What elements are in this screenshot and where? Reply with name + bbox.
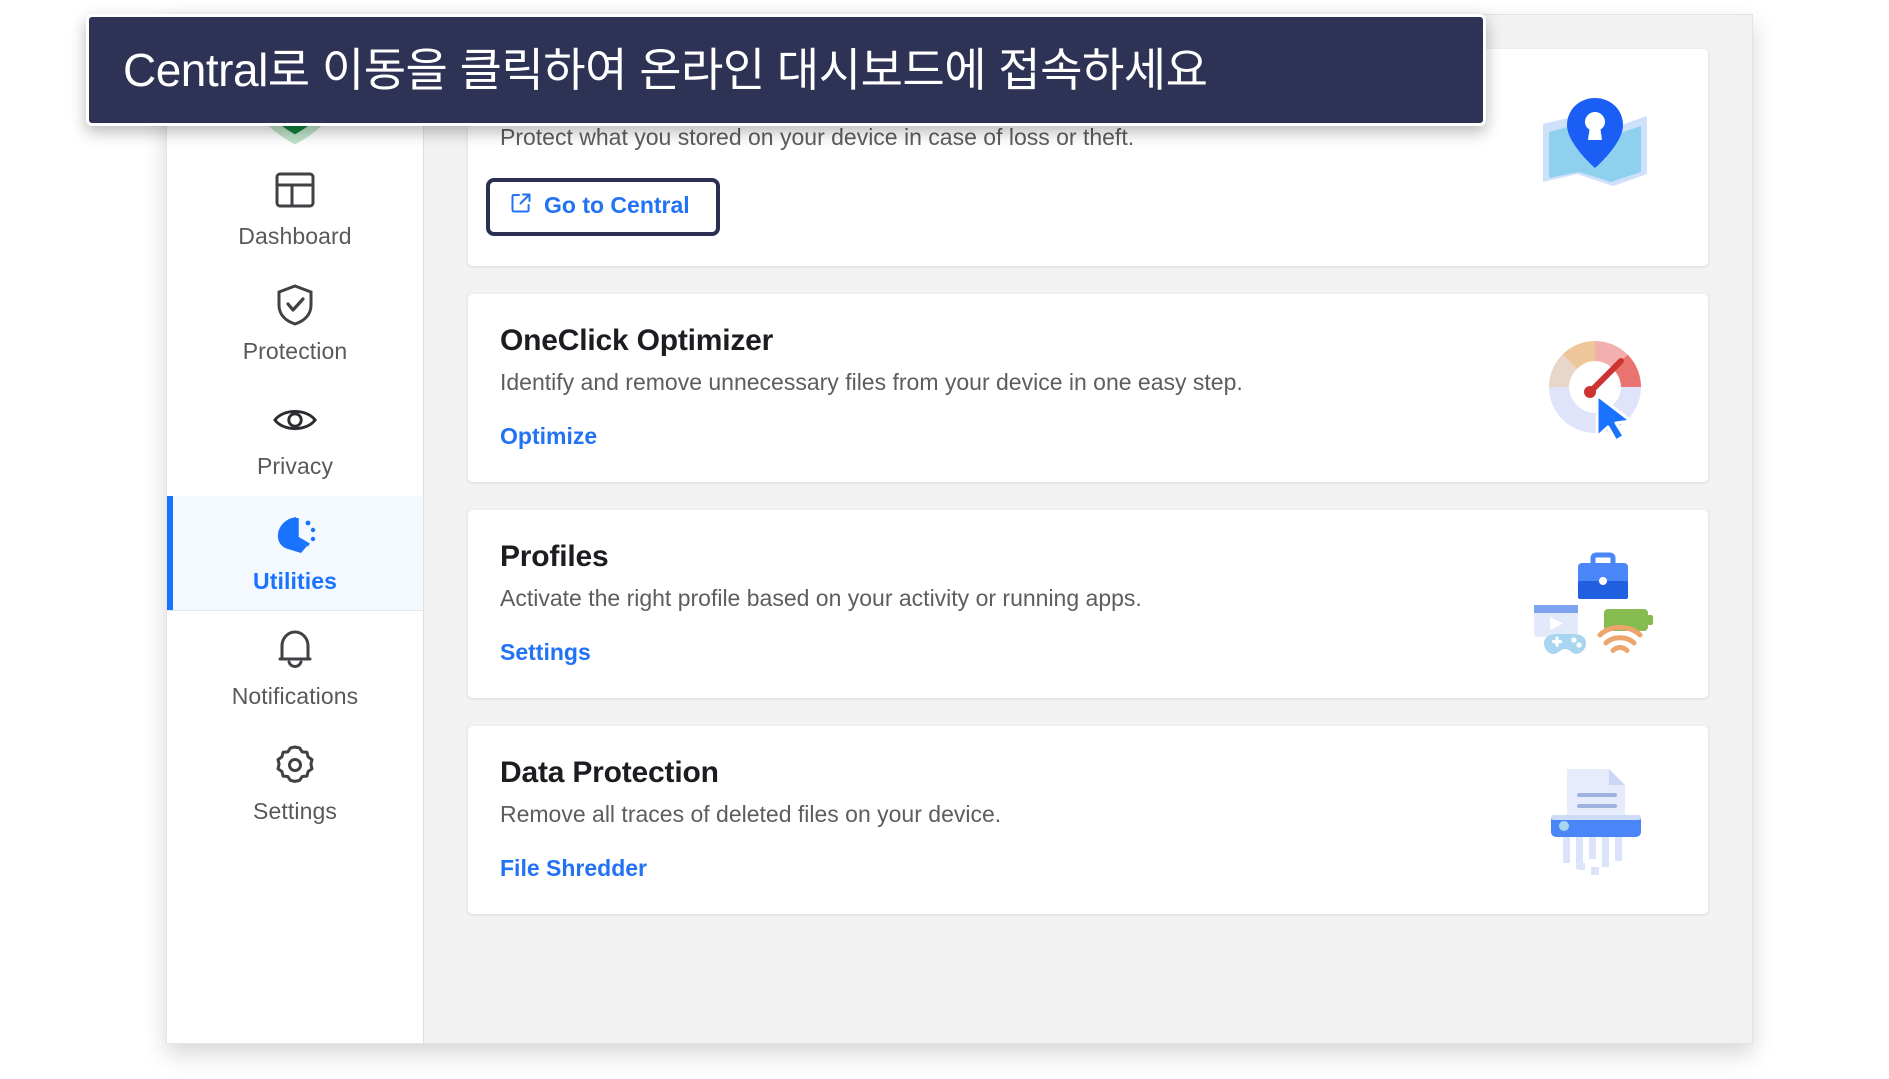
bell-icon: [272, 627, 318, 673]
video-player-icon: [1534, 604, 1578, 637]
card-title: Data Protection: [500, 755, 719, 789]
sidebar-item-label: Protection: [242, 337, 348, 364]
card-description: Identify and remove unnecessary files fr…: [500, 368, 1243, 395]
card-description: Activate the right profile based on your…: [500, 584, 1142, 611]
sidebar-item-notifications[interactable]: Notifications: [167, 611, 423, 726]
sidebar: Dashboard Protection Privacy Utilities N…: [167, 15, 424, 1043]
utilities-icon: [272, 512, 318, 558]
go-to-central-label: Go to Central: [544, 192, 690, 219]
gear-icon: [272, 742, 318, 788]
sidebar-item-label: Utilities: [253, 567, 337, 594]
card-text: Profiles Activate the right profile base…: [500, 540, 1142, 666]
sidebar-item-label: Notifications: [231, 682, 359, 709]
sidebar-item-label: Privacy: [256, 452, 334, 479]
card-text: OneClick Optimizer Identify and remove u…: [500, 324, 1243, 450]
card-oneclick-optimizer: OneClick Optimizer Identify and remove u…: [468, 293, 1708, 482]
app-window: Dashboard Protection Privacy Utilities N…: [166, 14, 1753, 1044]
sidebar-item-settings[interactable]: Settings: [167, 726, 423, 841]
card-description: Protect what you stored on your device i…: [500, 124, 1135, 150]
card-text: Data Protection Remove all traces of del…: [500, 756, 1001, 882]
sidebar-item-privacy[interactable]: Privacy: [167, 381, 423, 496]
layout-dashboard-icon: [272, 167, 318, 213]
card-title: Profiles: [500, 539, 609, 573]
card-title: OneClick Optimizer: [500, 323, 774, 357]
gamepad-icon: [1544, 633, 1586, 654]
sidebar-nav: Dashboard Protection Privacy Utilities N…: [167, 151, 423, 841]
card-description: Remove all traces of deleted files on yo…: [500, 800, 1002, 827]
profiles-icons: [1520, 544, 1670, 662]
external-link-icon: [510, 192, 532, 220]
eye-icon: [272, 397, 318, 443]
profiles-settings-button[interactable]: Settings: [500, 639, 591, 666]
paper-shredder-icon: [1520, 760, 1670, 878]
instruction-banner-text: Central로 이동을 클릭하여 온라인 대시보드에 접속하세요: [123, 43, 1208, 96]
go-to-central-highlight: Go to Central: [486, 177, 720, 236]
optimize-button[interactable]: Optimize: [500, 423, 597, 450]
card-profiles: Profiles Activate the right profile base…: [468, 509, 1708, 698]
gauge-cursor-icon: [1520, 328, 1670, 446]
sidebar-item-label: Dashboard: [238, 222, 352, 249]
sidebar-item-label: Settings: [253, 797, 337, 824]
screenshot-root: Dashboard Protection Privacy Utilities N…: [0, 0, 1889, 1079]
utilities-content: Anti-Theft Protect what you stored on yo…: [424, 15, 1752, 1043]
map-location-pin-icon: [1520, 83, 1670, 201]
file-shredder-button[interactable]: File Shredder: [500, 855, 647, 882]
sidebar-item-protection[interactable]: Protection: [167, 266, 423, 381]
briefcase-icon: [1578, 552, 1628, 599]
instruction-banner: Central로 이동을 클릭하여 온라인 대시보드에 접속하세요: [86, 14, 1486, 126]
sidebar-item-utilities[interactable]: Utilities: [167, 496, 423, 611]
shield-check-icon: [272, 282, 318, 328]
card-data-protection: Data Protection Remove all traces of del…: [468, 725, 1708, 914]
sidebar-item-dashboard[interactable]: Dashboard: [167, 151, 423, 266]
go-to-central-button[interactable]: Go to Central: [510, 192, 690, 220]
